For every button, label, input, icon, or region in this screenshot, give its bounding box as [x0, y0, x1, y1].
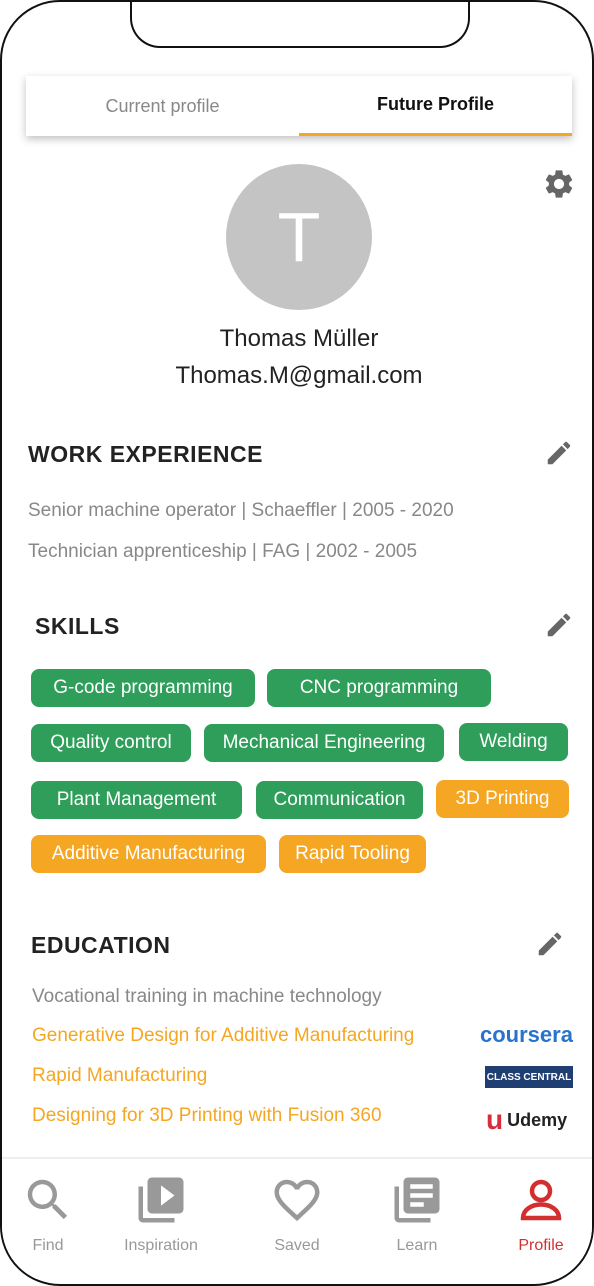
profile-name: Thomas Müller — [219, 325, 379, 352]
education-item: Vocational training in machine technolog… — [32, 986, 382, 1007]
tab-future-profile[interactable]: Future Profile — [299, 76, 572, 136]
nav-label-profile: Profile — [518, 1237, 564, 1254]
nav-label-inspiration: Inspiration — [124, 1237, 198, 1254]
tab-current-profile[interactable]: Current profile — [26, 76, 299, 136]
video-library-icon — [138, 1177, 184, 1223]
edit-education-pencil-icon[interactable] — [535, 929, 565, 959]
skill-chip[interactable]: Communication — [256, 781, 423, 819]
skill-chip[interactable]: Rapid Tooling — [279, 835, 426, 873]
work-item: Technician apprenticeship | FAG | 2002 -… — [28, 541, 418, 562]
edit-work-experience-pencil-icon[interactable] — [544, 438, 574, 468]
course-link[interactable]: Designing for 3D Printing with Fusion 36… — [32, 1105, 382, 1127]
gear-icon[interactable] — [542, 167, 576, 201]
edit-skills-pencil-icon[interactable] — [544, 610, 574, 640]
profile-email: Thomas.M@gmail.com — [175, 362, 423, 389]
skills-title: SKILLS — [35, 613, 120, 639]
class-central-logo: CLASS CENTRAL — [485, 1066, 573, 1088]
course-link[interactable]: Generative Design for Additive Manufactu… — [32, 1025, 414, 1047]
skill-chip[interactable]: G-code programming — [31, 669, 255, 707]
skill-chip[interactable]: 3D Printing — [436, 780, 569, 818]
profile-tabs: Current profile Future Profile — [26, 76, 572, 136]
skill-chip[interactable]: Plant Management — [31, 781, 242, 819]
work-item: Senior machine operator | Schaeffler | 2… — [28, 500, 454, 521]
skill-chip[interactable]: Welding — [459, 723, 568, 761]
bottom-navigation: Find Inspiration Saved Learn Profile — [2, 1157, 592, 1279]
nav-item-profile[interactable]: Profile — [486, 1173, 592, 1255]
nav-item-saved[interactable]: Saved — [242, 1173, 352, 1255]
udemy-logo: u Udemy — [486, 1104, 567, 1136]
nav-label-learn: Learn — [396, 1237, 438, 1254]
nav-label-saved: Saved — [274, 1237, 320, 1254]
nav-label-find: Find — [32, 1237, 64, 1254]
library-books-icon — [394, 1177, 440, 1223]
person-icon — [520, 1179, 562, 1221]
phone-frame: Current profile Future Profile T Thomas … — [0, 0, 594, 1286]
skill-chip[interactable]: Mechanical Engineering — [204, 724, 444, 762]
nav-item-find[interactable]: Find — [2, 1173, 103, 1255]
avatar: T — [226, 164, 372, 310]
nav-item-inspiration[interactable]: Inspiration — [106, 1173, 216, 1255]
course-link[interactable]: Rapid Manufacturing — [32, 1065, 207, 1087]
search-icon — [27, 1179, 68, 1220]
work-experience-title: WORK EXPERIENCE — [28, 441, 263, 467]
skill-chip[interactable]: Additive Manufacturing — [31, 835, 266, 873]
education-title: EDUCATION — [31, 932, 171, 958]
heart-icon — [274, 1179, 320, 1222]
udemy-logo-text: Udemy — [507, 1109, 568, 1130]
coursera-logo: coursera — [480, 1022, 573, 1047]
skill-chip[interactable]: Quality control — [31, 724, 191, 762]
skill-chip[interactable]: CNC programming — [267, 669, 491, 707]
udemy-u-icon: u — [486, 1104, 504, 1135]
nav-item-learn[interactable]: Learn — [362, 1173, 472, 1255]
phone-notch — [130, 2, 470, 48]
